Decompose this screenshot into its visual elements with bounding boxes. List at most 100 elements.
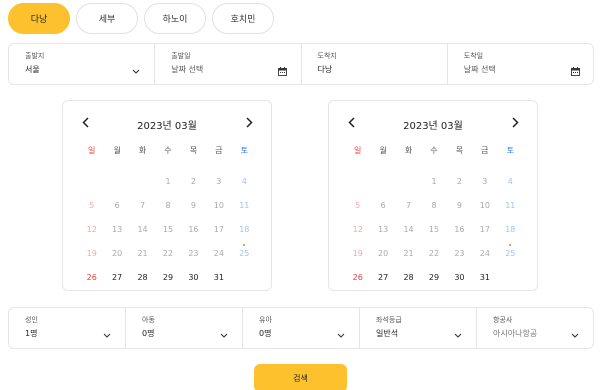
weekday-header: 금 <box>481 146 489 155</box>
calendar-day[interactable]: 29 <box>421 266 446 290</box>
calendar-day: 25 <box>232 242 257 266</box>
child-select[interactable]: 아동 0명 <box>126 308 243 348</box>
arrival-value: 다낭 <box>317 65 333 74</box>
calendar-day: 22 <box>162 249 174 258</box>
calendar-day: 10 <box>213 201 224 210</box>
calendar-day[interactable]: 27 <box>370 266 395 290</box>
weekday-header: 목 <box>189 146 198 155</box>
weekday-header: 월 <box>113 146 121 155</box>
calendar-day: 9 <box>456 201 462 210</box>
calendar-day: 4 <box>507 177 513 186</box>
calendar-day: 9 <box>190 201 196 210</box>
calendar-day[interactable]: 27 <box>104 266 129 290</box>
calendar-day[interactable]: 30 <box>447 266 472 290</box>
calendar-day: 6 <box>380 201 386 210</box>
calendar-day: 5 <box>89 201 95 210</box>
calendar-day: 2 <box>190 177 196 186</box>
calendar-day: 15 <box>162 225 174 234</box>
empty-day-cell <box>396 170 421 194</box>
chevron-down-icon <box>452 329 464 341</box>
calendar-day: 10 <box>479 201 490 210</box>
chevron-right-icon[interactable] <box>242 115 256 129</box>
calendar-day: 16 <box>188 225 199 234</box>
tab-cebu[interactable]: 세부 <box>76 3 138 34</box>
calendar-day: 16 <box>454 225 465 234</box>
calendar-grid: 일 월 화 수 목 금 토 1 2 3 4 5 6 7 8 9 10 11 12 13 14 15 16 17 18 19 20 21… <box>79 146 257 290</box>
calendar-day: 19 <box>86 249 97 258</box>
arrival-field[interactable]: 도착지 다낭 <box>302 44 448 84</box>
chevron-down-icon <box>218 329 230 341</box>
calendar-day: 21 <box>403 249 414 258</box>
depart-date-field[interactable]: 출발일 날짜 선택 <box>155 44 302 84</box>
calendar-day: 20 <box>112 249 123 258</box>
chevron-down-icon <box>130 65 142 77</box>
calendar-day: 3 <box>216 177 222 186</box>
tab-hanoi[interactable]: 하노이 <box>144 3 206 34</box>
weekday-header: 화 <box>404 146 413 155</box>
calendar-day[interactable]: 30 <box>181 266 206 290</box>
calendar-day[interactable]: 31 <box>472 266 497 290</box>
tab-danang[interactable]: 다낭 <box>8 3 70 34</box>
calendar-day: 14 <box>403 225 414 234</box>
calendar-day: 18 <box>505 225 516 234</box>
calendar-day: 22 <box>428 249 440 258</box>
adult-label: 성인 <box>25 316 38 324</box>
airline-select[interactable]: 항공사 아시아나항공 <box>477 308 593 348</box>
calendar-day: 5 <box>355 201 361 210</box>
passenger-bar: 성인 1명 아동 0명 유아 0명 좌석등급 일반석 항공사 아시아나항공 <box>8 307 594 349</box>
calendar-day: 17 <box>479 225 490 234</box>
calendar-day: 11 <box>505 201 516 210</box>
calendar-day: 13 <box>112 225 123 234</box>
chevron-down-icon <box>569 329 581 341</box>
chevron-down-icon <box>101 329 113 341</box>
calendar-icon[interactable] <box>277 65 289 77</box>
adult-select[interactable]: 성인 1명 <box>9 308 126 348</box>
calendar-day: 8 <box>431 201 437 210</box>
calendar-day[interactable]: 28 <box>130 266 155 290</box>
weekday-header: 일 <box>354 146 362 155</box>
calendar-day: 11 <box>239 201 250 210</box>
calendar-icon[interactable] <box>569 65 581 77</box>
child-label: 아동 <box>142 316 155 324</box>
infant-select[interactable]: 유아 0명 <box>243 308 360 348</box>
empty-day-cell <box>104 170 129 194</box>
calendar-day: 2 <box>456 177 462 186</box>
calendar-day[interactable]: 29 <box>155 266 180 290</box>
calendar-day: 6 <box>114 201 120 210</box>
calendar-day: 20 <box>378 249 389 258</box>
calendar-day: 8 <box>165 201 171 210</box>
empty-day-cell <box>79 170 104 194</box>
weekday-header: 목 <box>455 146 464 155</box>
calendar-day[interactable]: 26 <box>79 266 104 290</box>
calendar-day[interactable]: 26 <box>345 266 370 290</box>
weekday-header: 수 <box>164 146 172 155</box>
seat-class-select[interactable]: 좌석등급 일반석 <box>360 308 477 348</box>
calendar-day: 23 <box>188 249 199 258</box>
search-button[interactable]: 검색 <box>254 364 347 390</box>
tab-hochiminh[interactable]: 호치민 <box>212 3 274 34</box>
calendar-day[interactable]: 28 <box>396 266 421 290</box>
weekday-header: 수 <box>430 146 438 155</box>
arrive-date-field[interactable]: 도착일 날짜 선택 <box>448 44 593 84</box>
calendar-day: 12 <box>86 225 97 234</box>
calendar-day[interactable]: 31 <box>206 266 231 290</box>
calendar-day: 7 <box>140 201 146 210</box>
calendar-day: 23 <box>454 249 465 258</box>
departure-select[interactable]: 출발지 서울 <box>9 44 156 84</box>
calendar-right: 2023년 03월 일 월 화 수 목 금 토 1 2 3 4 5 6 7 8 9 10 11 12 13 14 15 16… <box>328 100 538 291</box>
chevron-right-icon[interactable] <box>508 115 522 129</box>
empty-day-cell <box>130 170 155 194</box>
calendar-month-title: 2023년 03월 <box>403 121 463 132</box>
calendar-day: 13 <box>378 225 389 234</box>
calendar-day: 21 <box>137 249 148 258</box>
weekday-header: 토 <box>240 146 248 155</box>
calendar-day: 12 <box>352 225 363 234</box>
weekday-header: 화 <box>138 146 147 155</box>
calendar-grid: 일 월 화 수 목 금 토 1 2 3 4 5 6 7 8 9 10 11 12 13 14 15 16 17 18 19 20 21… <box>345 146 523 290</box>
calendar-day: 14 <box>137 225 148 234</box>
empty-day-cell <box>345 170 370 194</box>
calendar-day: 17 <box>213 225 224 234</box>
calendar-day: 1 <box>165 177 171 186</box>
calendar-day: 19 <box>352 249 363 258</box>
calendar-day: 7 <box>406 201 412 210</box>
